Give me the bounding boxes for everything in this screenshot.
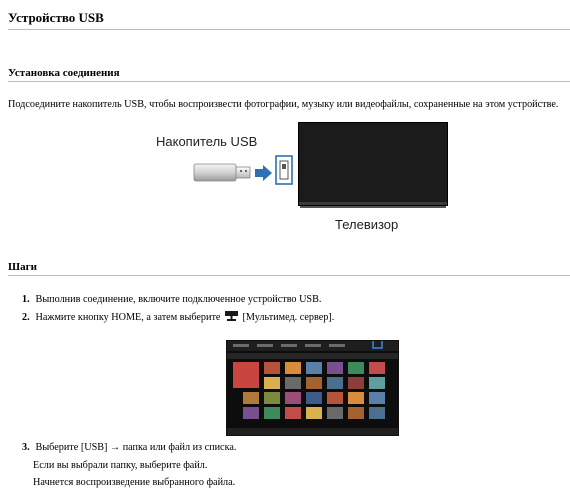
tv-label: Телевизор — [335, 217, 399, 232]
screenshot-thumbnail — [348, 377, 364, 389]
step-3: 3. Выберите [USB] → папка или файл из сп… — [22, 442, 236, 453]
arrow-right-icon — [255, 165, 272, 181]
screenshot-thumbnail — [348, 392, 364, 404]
step-3-note-playback: Начнется воспроизведение выбранного файл… — [33, 477, 236, 488]
screenshot-thumbnail — [306, 377, 322, 389]
step-text: Выполнив соединение, включите подключенн… — [35, 294, 322, 305]
screenshot-category-bar — [227, 353, 398, 359]
media-server-screenshot — [226, 340, 399, 436]
step-number: 1. — [22, 294, 30, 305]
step-text-after: [Мультимед. сервер]. — [242, 312, 335, 323]
screenshot-tab — [257, 344, 273, 347]
usb-stick-icon — [193, 163, 251, 182]
section-divider-steps — [8, 275, 570, 276]
usb-drive-label: Накопитель USB — [156, 134, 258, 149]
screenshot-thumbnail — [327, 407, 343, 419]
screenshot-thumbnail — [327, 377, 343, 389]
screenshot-thumbnail — [327, 392, 343, 404]
screenshot-thumbnail — [264, 392, 280, 404]
screenshot-thumbnail — [369, 407, 385, 419]
screenshot-thumbnail — [243, 392, 259, 404]
screenshot-thumbnail — [233, 362, 259, 388]
screenshot-tab — [281, 344, 297, 347]
page-title: Устройство USB — [8, 10, 104, 25]
step-number: 2. — [22, 312, 30, 323]
screenshot-tab — [305, 344, 321, 347]
step-3-note-folder: Если вы выбрали папку, выберите файл. — [33, 460, 208, 471]
usb-port-icon — [275, 155, 293, 185]
step-1: 1. Выполнив соединение, включите подключ… — [22, 294, 321, 305]
title-divider — [8, 29, 570, 30]
screenshot-thumbnail — [348, 407, 364, 419]
screenshot-thumbnail — [306, 392, 322, 404]
screenshot-thumbnail — [285, 407, 301, 419]
screenshot-thumbnail — [327, 362, 343, 374]
section-heading-connection: Установка соединения — [8, 67, 120, 79]
screenshot-tab — [233, 344, 249, 347]
step-number: 3. — [22, 442, 30, 453]
screenshot-thumbnail — [264, 362, 280, 374]
screenshot-thumbnail — [264, 407, 280, 419]
tv-illustration — [298, 122, 448, 206]
step-text: Нажмите кнопку HOME, а затем выберите — [35, 312, 221, 323]
screenshot-thumbnail — [306, 407, 322, 419]
section-heading-steps: Шаги — [8, 261, 37, 273]
screenshot-thumbnail — [243, 407, 259, 419]
screenshot-thumbnail — [369, 377, 385, 389]
screenshot-thumbnail — [285, 362, 301, 374]
screenshot-bottom-bar — [227, 428, 398, 435]
screenshot-thumbnail — [264, 377, 280, 389]
tv-stand — [300, 206, 446, 208]
screenshot-thumbnail — [369, 392, 385, 404]
connection-description: Подсоедините накопитель USB, чтобы воспр… — [8, 99, 559, 110]
step-text: Выберите [USB] → папка или файл из списк… — [35, 442, 237, 453]
screenshot-thumbnail — [348, 362, 364, 374]
usb-connection-illustration: Накопитель USB Телевизор — [150, 118, 450, 238]
media-server-highlight — [372, 341, 383, 349]
step-2: 2. Нажмите кнопку HOME, а затем выберите… — [22, 311, 334, 323]
screenshot-thumbnail — [306, 362, 322, 374]
screenshot-thumbnail — [285, 377, 301, 389]
screenshot-thumbnail — [285, 392, 301, 404]
media-server-icon — [224, 311, 238, 321]
screenshot-thumbnail — [369, 362, 385, 374]
section-divider-connection — [8, 81, 570, 82]
screenshot-tab — [329, 344, 345, 347]
